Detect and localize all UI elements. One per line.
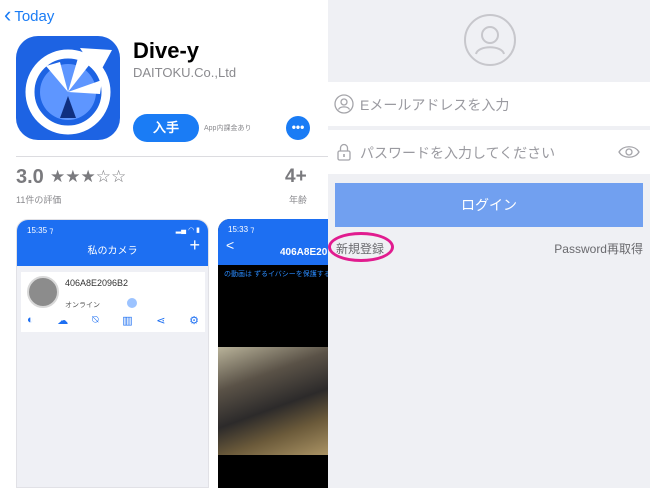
signal-icon: ▂▄ ◠ ▮ — [175, 227, 200, 234]
camera-thumbnail — [27, 276, 59, 308]
login-panel: Eメールアドレスを入力 パスワードを入力してください ログイン 新規登録 Pas… — [328, 0, 650, 488]
rating-value: 3.0 — [16, 166, 44, 188]
status-time: 15:35 ⁊ — [27, 226, 54, 235]
screenshot-title: 私のカメラ — [87, 246, 138, 257]
email-placeholder: Eメールアドレスを入力 — [360, 97, 510, 113]
app-screenshot-1[interactable]: 15:35 ⁊ ▂▄ ◠ ▮ 私のカメラ + 406A8E2096B2 オンライ… — [16, 219, 209, 488]
camera-card: 406A8E2096B2 オンライン ◐ ☁ ⍉ ▥ ⋖ ⚙ — [21, 272, 205, 332]
age-rating: 4+ — [285, 166, 307, 187]
divider — [16, 156, 328, 157]
back-label: Today — [14, 7, 55, 25]
camera-status: オンライン — [65, 302, 100, 309]
screenshot-header: 15:35 ⁊ ▂▄ ◠ ▮ 私のカメラ + — [17, 220, 208, 266]
age-label: 年齢 — [289, 195, 308, 205]
status-dot-icon — [127, 298, 137, 308]
screenshot-header: 15:33 ⁊ < 406A8E20 — [218, 219, 328, 265]
in-app-purchase-note: App内課金あり — [204, 125, 252, 132]
user-icon — [334, 94, 354, 119]
share-icon: ⋖ — [156, 315, 166, 327]
lock-icon — [334, 142, 354, 167]
star-rating-icon: ★★★☆☆ — [50, 167, 127, 186]
get-button[interactable]: 入手 — [133, 114, 199, 142]
bell-off-icon: ⍉ — [91, 314, 99, 326]
email-field[interactable]: Eメールアドレスを入力 — [328, 82, 650, 126]
password-placeholder: パスワードを入力してください — [360, 145, 556, 161]
password-field[interactable]: パスワードを入力してください — [328, 130, 650, 174]
more-options-button[interactable]: ••• — [286, 116, 310, 140]
app-icon — [16, 36, 120, 140]
chevron-left-icon: ‹ — [4, 2, 12, 27]
highlight-annotation — [328, 232, 394, 262]
status-time: 15:33 ⁊ — [228, 225, 255, 234]
cloud-icon: ☁ — [57, 315, 69, 327]
camera-id: 406A8E20 — [280, 247, 328, 258]
app-screenshot-2[interactable]: 15:33 ⁊ < 406A8E20 の動画は ずるイバシーを保護する — [218, 219, 328, 488]
avatar — [464, 14, 516, 66]
app-store-panel: ‹ Today Dive-y DAITOKU.Co.,Ltd 入手 App内課金… — [0, 0, 328, 488]
add-icon: + — [189, 235, 200, 255]
eye-icon[interactable] — [618, 144, 640, 165]
camera-id: 406A8E2096B2 — [65, 278, 129, 288]
back-button[interactable]: ‹ Today — [4, 2, 55, 27]
rating-count: 11件の評価 — [16, 195, 62, 205]
camera-actions: ◐ ☁ ⍉ ▥ ⋖ ⚙ — [27, 314, 199, 327]
app-name: Dive-y — [133, 38, 200, 63]
password-reset-link[interactable]: Password再取得 — [554, 240, 643, 257]
back-icon: < — [226, 237, 235, 253]
privacy-notice: の動画は ずるイバシーを保護する — [224, 271, 328, 278]
login-button[interactable]: ログイン — [335, 183, 643, 227]
camera-video-frame — [218, 347, 328, 455]
trash-icon: ▥ — [122, 315, 133, 327]
developer-name[interactable]: DAITOKU.Co.,Ltd — [133, 65, 236, 80]
settings-icon: ⚙ — [189, 315, 199, 327]
view-360-icon: ◐ — [27, 314, 34, 326]
